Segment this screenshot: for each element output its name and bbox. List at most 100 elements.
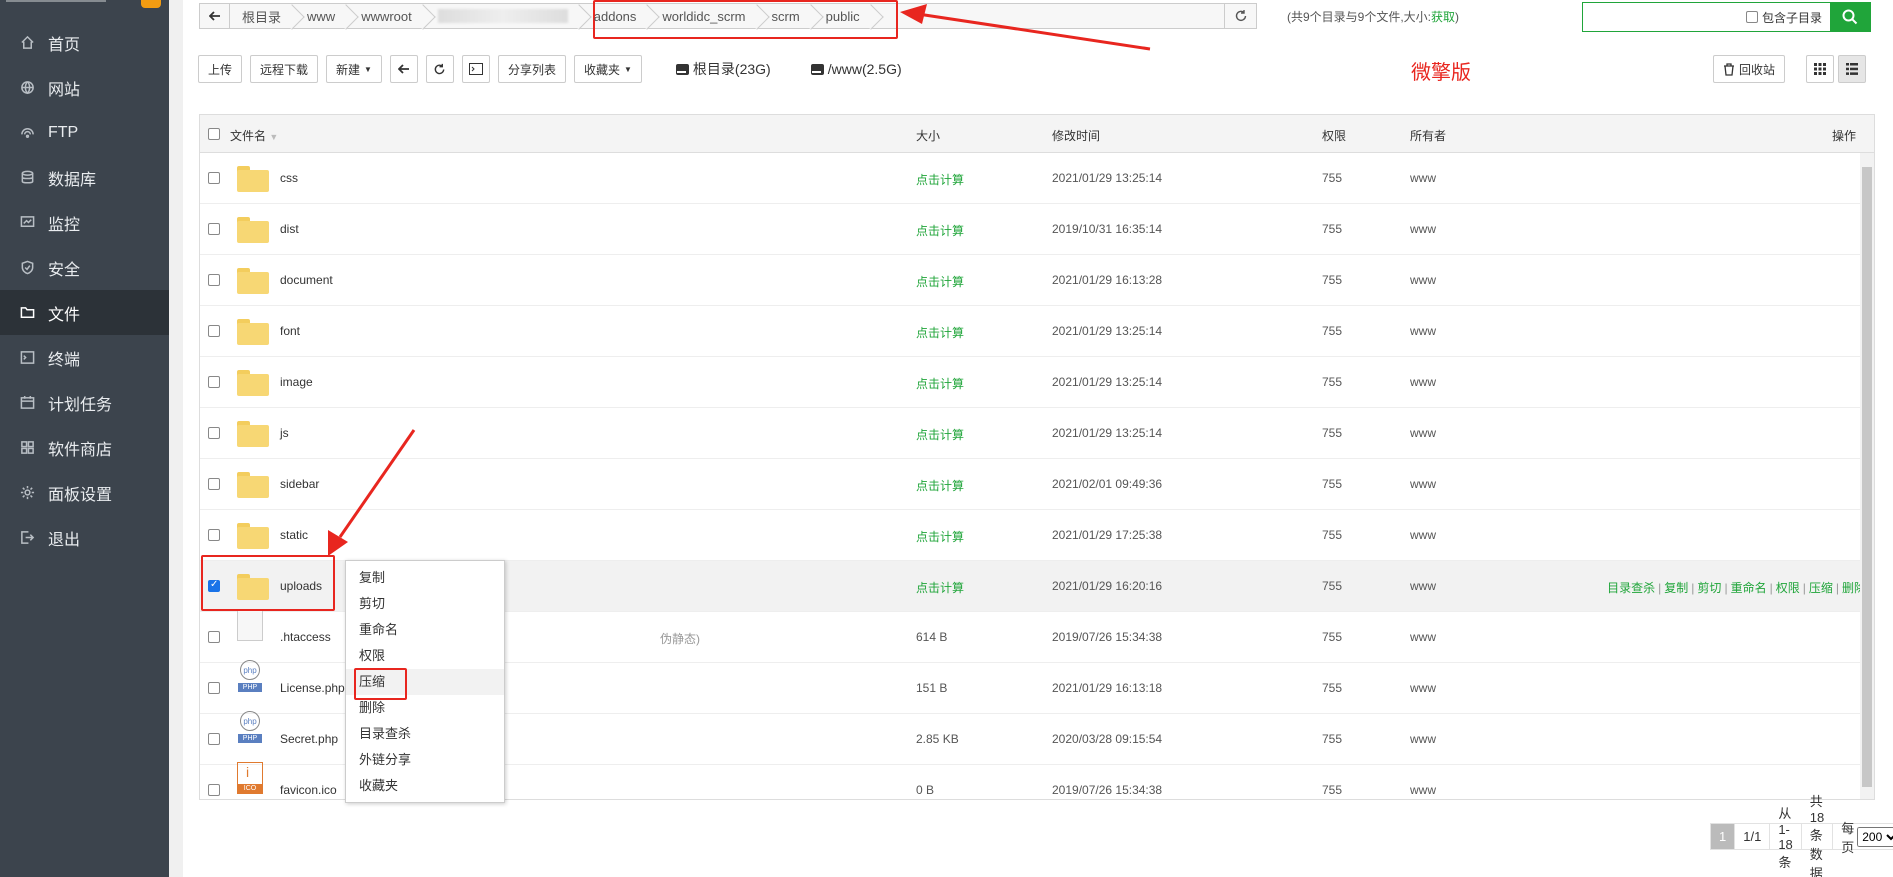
row-checkbox[interactable] <box>208 529 220 541</box>
remote-download-button[interactable]: 远程下载 <box>250 55 319 83</box>
header-size[interactable]: 大小 <box>916 127 940 144</box>
file-size[interactable]: 点击计算 <box>916 324 964 341</box>
table-row[interactable]: document 点击计算 2021/01/29 16:13:28 755 www <box>200 255 1874 306</box>
path-input-area[interactable] <box>874 4 1224 28</box>
share-list-button[interactable]: 分享列表 <box>497 55 566 83</box>
row-checkbox[interactable] <box>208 682 220 694</box>
upload-button[interactable]: 上传 <box>198 55 243 83</box>
breadcrumb-redacted[interactable] <box>426 4 582 28</box>
search-button[interactable] <box>1830 3 1870 31</box>
row-checkbox[interactable] <box>208 427 220 439</box>
notification-badge[interactable] <box>141 0 161 8</box>
select-all-checkbox[interactable] <box>208 128 220 140</box>
table-row[interactable]: dist 点击计算 2019/10/31 16:35:14 755 www <box>200 204 1874 255</box>
scrollbar-thumb[interactable] <box>1862 167 1872 787</box>
sidebar-item-2[interactable]: FTP <box>0 110 169 155</box>
file-size[interactable]: 点击计算 <box>916 426 964 443</box>
context-menu-item-8[interactable]: 收藏夹 <box>346 773 504 799</box>
grid-view-button[interactable] <box>1806 55 1834 83</box>
file-name[interactable]: License.php <box>280 681 345 695</box>
summary-get-size-link[interactable]: 获取 <box>1431 10 1455 24</box>
breadcrumb-root[interactable]: 根目录 <box>230 4 295 28</box>
table-row[interactable]: js 点击计算 2021/01/29 13:25:14 755 www <box>200 408 1874 459</box>
terminal-button[interactable] <box>461 55 490 83</box>
file-name[interactable]: static <box>280 528 308 542</box>
search-input[interactable]: 包含子目录 <box>1583 3 1830 31</box>
file-name[interactable]: favicon.ico <box>280 783 337 797</box>
file-size[interactable]: 点击计算 <box>916 171 964 188</box>
context-menu-item-1[interactable]: 剪切 <box>346 591 504 617</box>
row-checkbox[interactable] <box>208 733 220 745</box>
breadcrumb-wwwroot[interactable]: wwwroot <box>349 4 426 28</box>
sidebar-item-5[interactable]: 安全 <box>0 245 169 290</box>
row-action-1[interactable]: 复制 <box>1664 581 1688 595</box>
file-name[interactable]: sidebar <box>280 477 319 491</box>
file-name[interactable]: .htaccess <box>280 630 331 644</box>
table-row[interactable]: font 点击计算 2021/01/29 13:25:14 755 www <box>200 306 1874 357</box>
file-name[interactable]: dist <box>280 222 299 236</box>
file-name[interactable]: js <box>280 426 289 440</box>
context-menu-item-6[interactable]: 目录查杀 <box>346 721 504 747</box>
sidebar-item-11[interactable]: 退出 <box>0 515 169 560</box>
disk-root[interactable]: 根目录(23G) <box>675 59 771 79</box>
row-checkbox[interactable] <box>208 478 220 490</box>
file-size[interactable]: 点击计算 <box>916 273 964 290</box>
folder-icon <box>237 164 269 192</box>
row-checkbox[interactable] <box>208 223 220 235</box>
file-name[interactable]: document <box>280 273 333 287</box>
context-menu-item-3[interactable]: 权限 <box>346 643 504 669</box>
list-view-button[interactable] <box>1838 55 1866 83</box>
row-checkbox[interactable] <box>208 376 220 388</box>
per-page-select[interactable]: 200 <box>1857 826 1893 847</box>
file-name[interactable]: css <box>280 171 298 185</box>
row-action-5[interactable]: 压缩 <box>1809 581 1833 595</box>
sidebar-item-10[interactable]: 面板设置 <box>0 470 169 515</box>
back-button[interactable] <box>389 55 418 83</box>
recycle-bin-button[interactable]: 回收站 <box>1713 55 1786 83</box>
row-checkbox[interactable] <box>208 172 220 184</box>
row-action-2[interactable]: 剪切 <box>1697 581 1721 595</box>
row-action-3[interactable]: 重命名 <box>1731 581 1767 595</box>
sidebar-item-4[interactable]: 监控 <box>0 200 169 245</box>
sidebar-item-8[interactable]: 计划任务 <box>0 380 169 425</box>
file-size[interactable]: 点击计算 <box>916 222 964 239</box>
path-refresh-button[interactable] <box>1224 4 1256 28</box>
file-size[interactable]: 点击计算 <box>916 528 964 545</box>
sidebar-item-6[interactable]: 文件 <box>0 290 169 335</box>
file-name[interactable]: Secret.php <box>280 732 338 746</box>
sidebar-item-7[interactable]: 终端 <box>0 335 169 380</box>
row-checkbox[interactable] <box>208 784 220 796</box>
sidebar-item-9[interactable]: 软件商店 <box>0 425 169 470</box>
sidebar-item-1[interactable]: 网站 <box>0 65 169 110</box>
file-name[interactable]: font <box>280 324 300 338</box>
table-scrollbar[interactable] <box>1860 153 1874 799</box>
table-row[interactable]: static 点击计算 2021/01/29 17:25:38 755 www <box>200 510 1874 561</box>
row-checkbox[interactable] <box>208 325 220 337</box>
sidebar-item-3[interactable]: 数据库 <box>0 155 169 200</box>
sidebar-item-0[interactable]: 首页 <box>0 20 169 65</box>
new-dropdown-button[interactable]: 新建 ▼ <box>326 55 382 83</box>
context-menu-item-2[interactable]: 重命名 <box>346 617 504 643</box>
table-row[interactable]: css 点击计算 2021/01/29 13:25:14 755 www <box>200 153 1874 204</box>
page-current[interactable]: 1 <box>1710 823 1736 850</box>
context-menu-item-7[interactable]: 外链分享 <box>346 747 504 773</box>
header-name[interactable]: 文件名 ▼ <box>230 127 278 144</box>
table-row[interactable]: image 点击计算 2021/01/29 13:25:14 755 www <box>200 357 1874 408</box>
refresh-button[interactable] <box>425 55 454 83</box>
favorites-dropdown-button[interactable]: 收藏夹 ▼ <box>573 55 642 83</box>
table-row[interactable]: sidebar 点击计算 2021/02/01 09:49:36 755 www <box>200 459 1874 510</box>
path-back-button[interactable] <box>200 4 230 28</box>
file-name[interactable]: image <box>280 375 313 389</box>
disk-www-label: /www(2.5G) <box>827 61 902 77</box>
file-size[interactable]: 点击计算 <box>916 579 964 596</box>
row-action-4[interactable]: 权限 <box>1776 581 1800 595</box>
context-menu-item-0[interactable]: 复制 <box>346 565 504 591</box>
header-mtime[interactable]: 修改时间 <box>1052 127 1100 144</box>
include-subdir-checkbox[interactable] <box>1745 11 1758 23</box>
file-size[interactable]: 点击计算 <box>916 375 964 392</box>
row-checkbox[interactable] <box>208 631 220 643</box>
disk-www[interactable]: /www(2.5G) <box>810 61 902 77</box>
file-size[interactable]: 点击计算 <box>916 477 964 494</box>
row-action-0[interactable]: 目录查杀 <box>1607 581 1655 595</box>
row-checkbox[interactable] <box>208 274 220 286</box>
